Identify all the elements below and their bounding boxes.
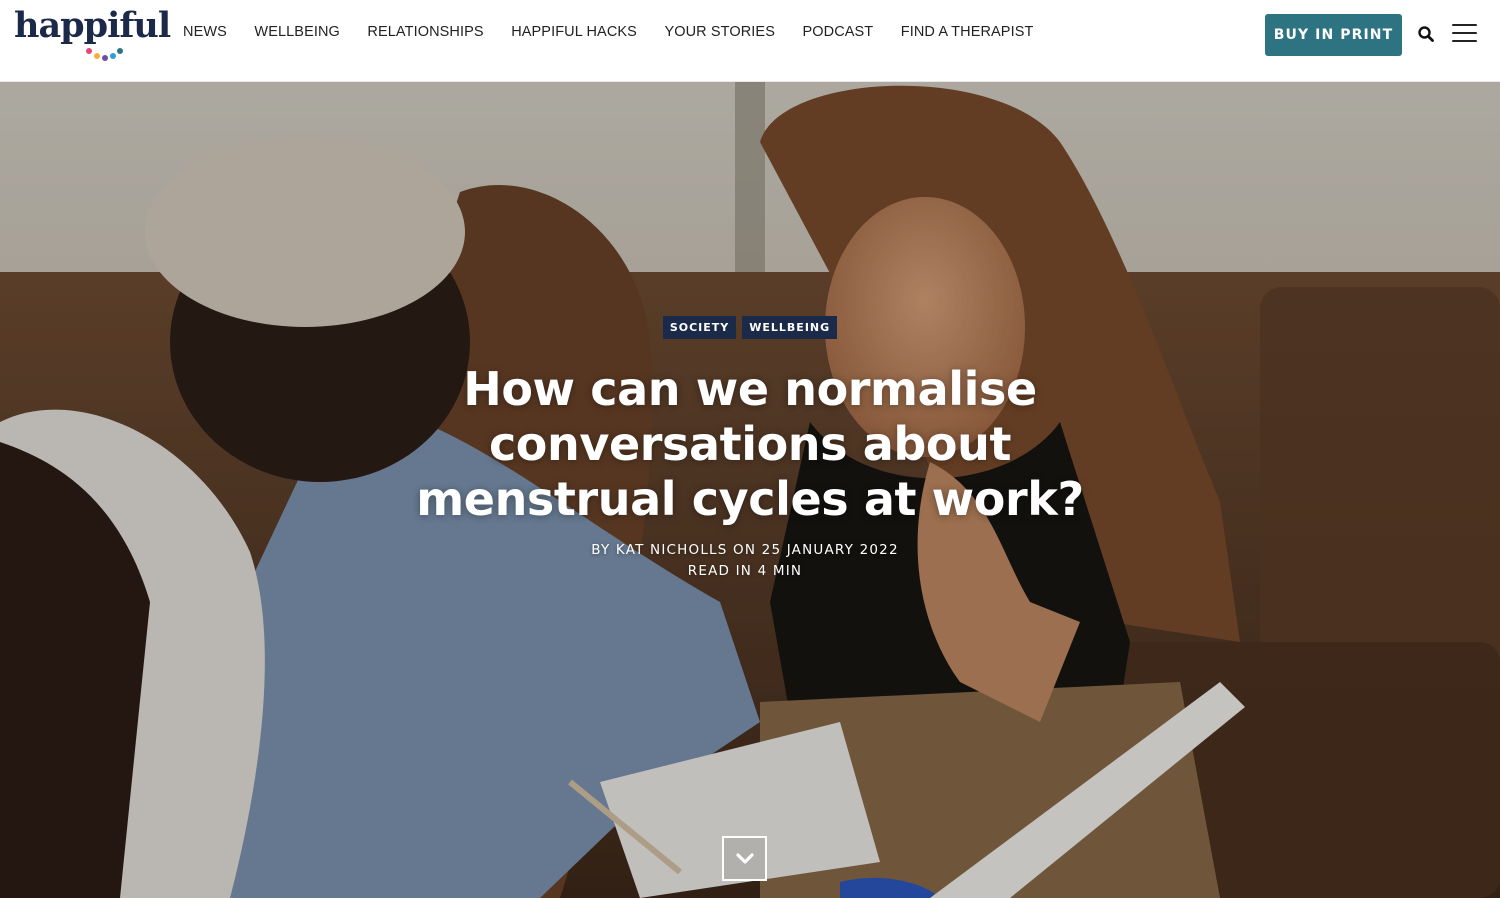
nav-item-relationships[interactable]: RELATIONSHIPS (367, 24, 483, 40)
buy-in-print-button[interactable]: BUY IN PRINT (1265, 14, 1402, 56)
article-meta: BY KAT NICHOLLS ON 25 JANUARY 2022 READ … (0, 540, 1490, 582)
nav-item-your-stories[interactable]: YOUR STORIES (664, 24, 775, 40)
site-header: happiful NEWS WELLBEING RELATIONSHIPS HA… (0, 0, 1500, 82)
nav-item-happiful-hacks[interactable]: HAPPIFUL HACKS (511, 24, 637, 40)
tag-wellbeing[interactable]: WELLBEING (742, 316, 838, 339)
tag-society[interactable]: SOCIETY (662, 316, 737, 339)
article-read-time: READ IN 4 MIN (687, 563, 803, 579)
article-byline: BY KAT NICHOLLS ON 25 JANUARY 2022 (591, 542, 899, 558)
nav-item-news[interactable]: NEWS (183, 24, 227, 40)
chevron-down-icon (735, 852, 754, 864)
nav-item-podcast[interactable]: PODCAST (802, 24, 873, 40)
scroll-down-button[interactable] (722, 836, 767, 881)
hamburger-menu-icon[interactable] (1452, 24, 1477, 44)
nav-item-wellbeing[interactable]: WELLBEING (254, 24, 340, 40)
main-nav: NEWS WELLBEING RELATIONSHIPS HAPPIFUL HA… (183, 24, 1061, 40)
happiful-logo[interactable]: happiful (14, 5, 171, 62)
nav-item-find-a-therapist[interactable]: FIND A THERAPIST (901, 24, 1034, 40)
logo-wordmark: happiful (14, 5, 171, 46)
hero-banner: SOCIETY WELLBEING How can we normalise c… (0, 82, 1500, 898)
search-icon[interactable] (1417, 25, 1435, 43)
article-title: How can we normalise conversations about… (416, 362, 1084, 526)
logo-dots (86, 46, 126, 61)
article-tags: SOCIETY WELLBEING (0, 316, 1500, 339)
